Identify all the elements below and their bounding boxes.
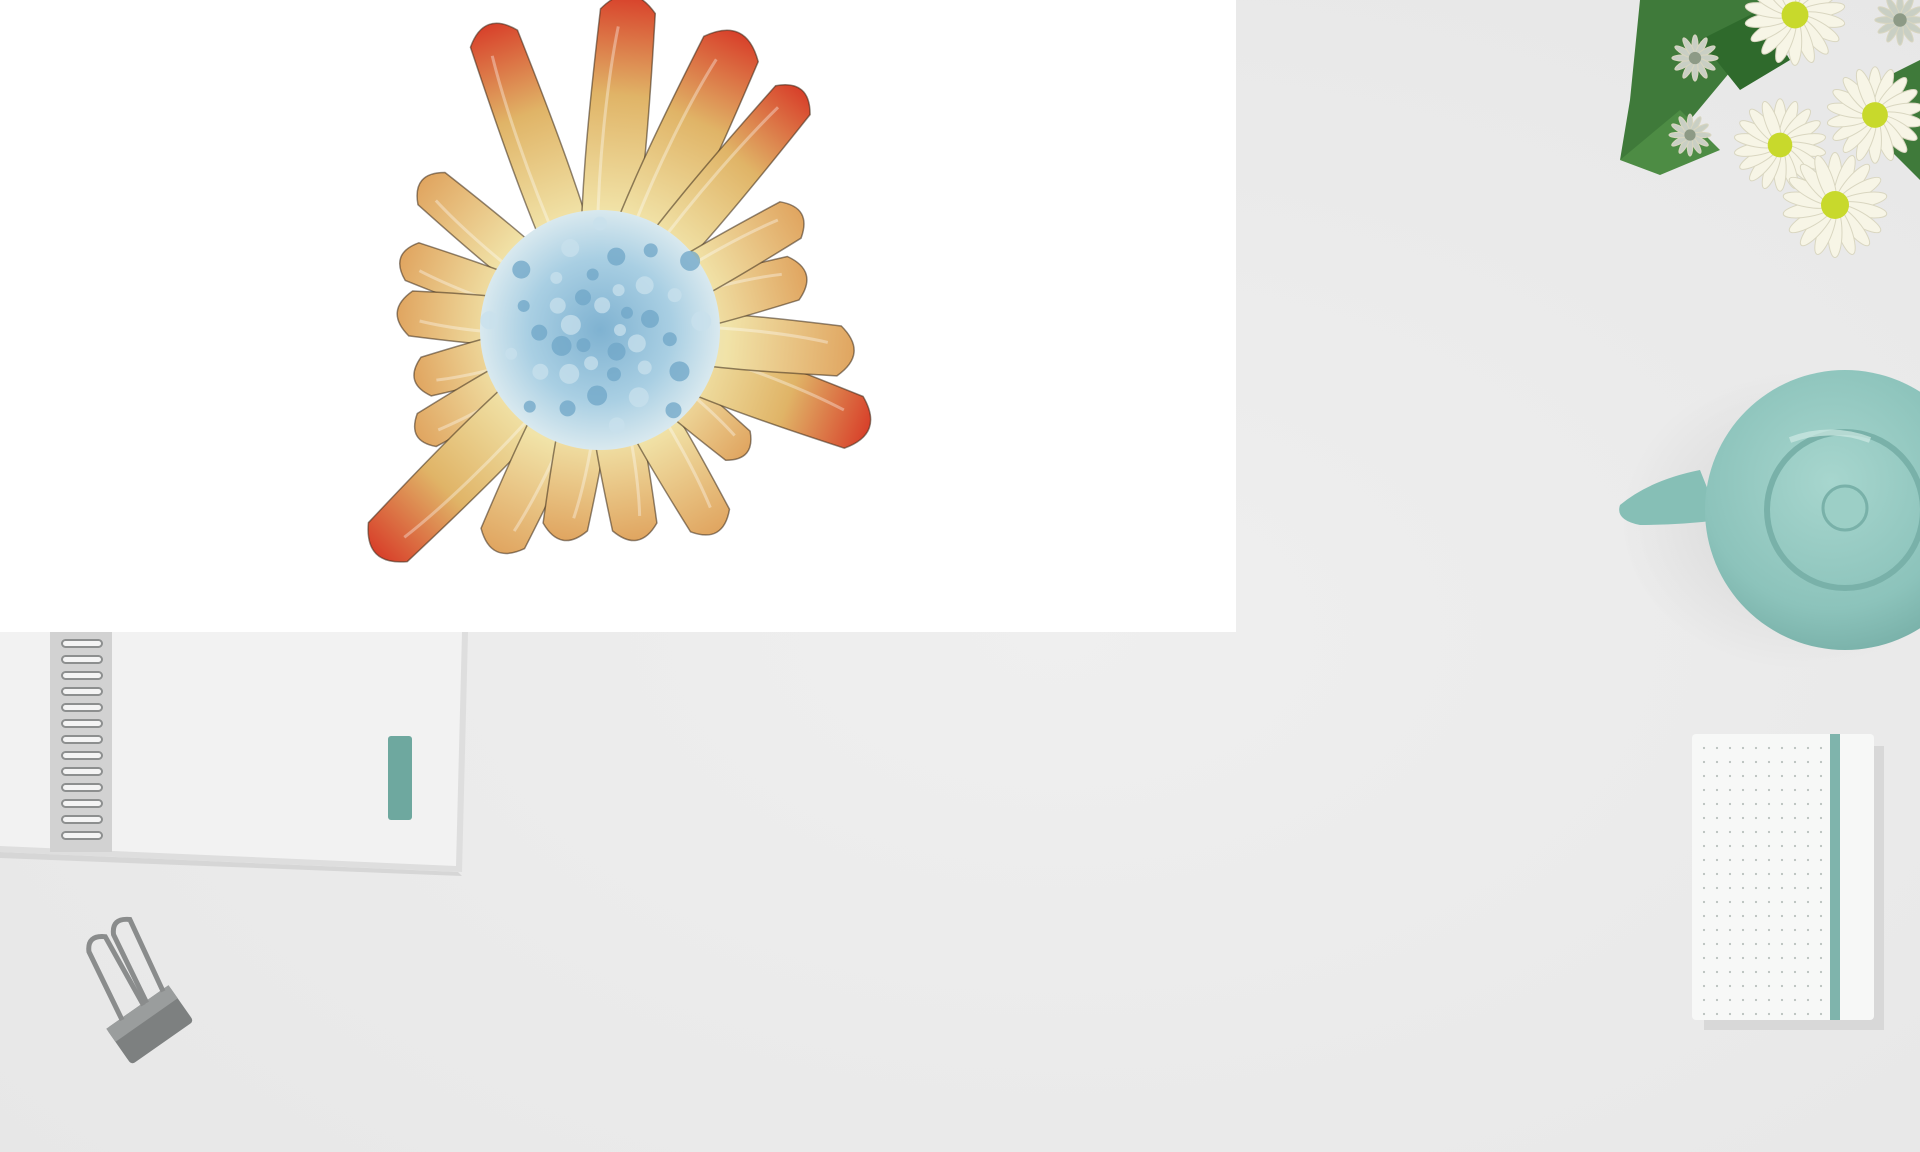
spiral-ring <box>61 687 103 696</box>
small-notebook-cover <box>1692 734 1874 1020</box>
spiral-ring <box>61 831 103 840</box>
spiral-ring <box>61 735 103 744</box>
spiral-notebook <box>0 632 468 876</box>
small-notebook-band <box>1830 734 1840 1020</box>
spiral-ring <box>61 751 103 760</box>
splash-core <box>480 210 720 450</box>
spiral-ring <box>61 767 103 776</box>
spiral-ring <box>61 703 103 712</box>
spiral-ring <box>61 671 103 680</box>
scene-canvas <box>0 0 1920 1152</box>
desk-scene <box>0 0 1920 1152</box>
spiral-ring <box>61 719 103 728</box>
notebook-elastic-tab <box>388 736 412 820</box>
spiral-ring <box>61 815 103 824</box>
spiral-ring <box>61 783 103 792</box>
spiral-ring <box>61 799 103 808</box>
small-notebook <box>1692 734 1884 1030</box>
spiral-ring <box>61 655 103 664</box>
teapot-knob <box>1821 484 1869 532</box>
spiral-ring <box>61 639 103 648</box>
